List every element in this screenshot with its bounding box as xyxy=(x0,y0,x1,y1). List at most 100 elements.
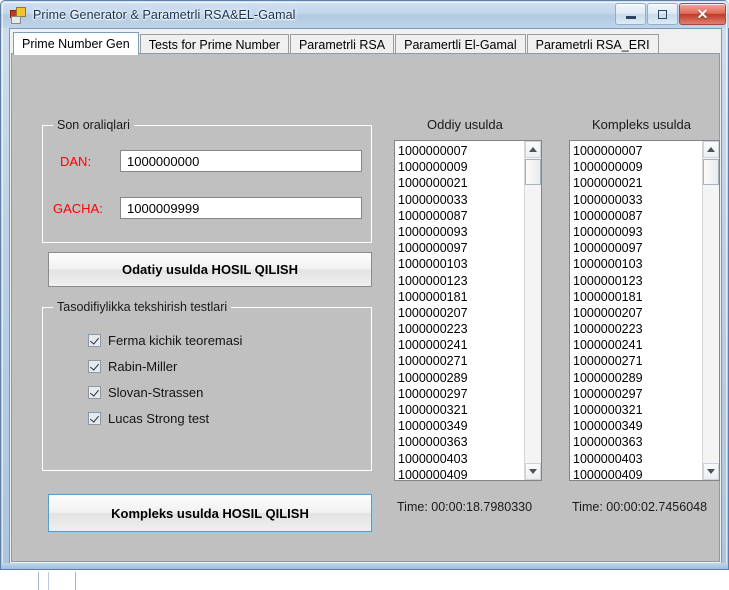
left-results-scrollbar[interactable] xyxy=(524,141,541,480)
list-item[interactable]: 1000000093 xyxy=(398,224,524,240)
list-item[interactable]: 1000000009 xyxy=(573,159,702,175)
list-item[interactable]: 1000000033 xyxy=(398,192,524,208)
list-item[interactable]: 1000000349 xyxy=(398,418,524,434)
application-icon xyxy=(10,7,26,24)
list-item[interactable]: 1000000409 xyxy=(573,467,702,480)
list-item[interactable]: 1000000033 xyxy=(573,192,702,208)
list-item[interactable]: 1000000403 xyxy=(573,451,702,467)
desktop-background-artifact xyxy=(38,572,76,590)
right-elapsed-time-label: Time: 00:00:02.7456048 xyxy=(572,500,708,514)
list-item[interactable]: 1000000321 xyxy=(573,402,702,418)
checkbox-label: Ferma kichik teoremasi xyxy=(108,333,243,348)
list-item[interactable]: 1000000289 xyxy=(573,370,702,386)
checkbox-checked-icon xyxy=(88,386,101,399)
to-label: GACHA: xyxy=(53,201,103,216)
left-results-header: Oddiy usulda xyxy=(427,117,503,132)
list-item[interactable]: 1000000103 xyxy=(398,256,524,272)
window-title: Prime Generator & Parametrli RSA&EL-Gama… xyxy=(33,7,296,22)
list-item[interactable]: 1000000007 xyxy=(398,143,524,159)
list-item[interactable]: 1000000363 xyxy=(398,434,524,450)
checkbox-ferma-kichik-teoremasi[interactable]: Ferma kichik teoremasi xyxy=(88,333,242,348)
to-input[interactable] xyxy=(120,197,362,219)
checkbox-checked-icon xyxy=(88,360,101,373)
tab-page-prime-number-gen: Son oraliqlari DAN: GACHA: Odatiy usulda… xyxy=(11,53,720,562)
desktop-background-artifact-2 xyxy=(48,572,49,590)
tab-parametrli-rsa[interactable]: Parametrli RSA xyxy=(289,34,395,54)
chevron-up-icon xyxy=(529,147,537,152)
list-item[interactable]: 1000000349 xyxy=(573,418,702,434)
checkbox-slovan-strassen[interactable]: Slovan-Strassen xyxy=(88,385,203,400)
checkbox-lucas-strong-test[interactable]: Lucas Strong test xyxy=(88,411,209,426)
list-item[interactable]: 1000000297 xyxy=(573,386,702,402)
maximize-button[interactable] xyxy=(647,3,678,25)
checkbox-checked-icon xyxy=(88,334,101,347)
list-item[interactable]: 1000000087 xyxy=(398,208,524,224)
list-item[interactable]: 1000000223 xyxy=(573,321,702,337)
title-bar[interactable]: Prime Generator & Parametrli RSA&EL-Gama… xyxy=(1,1,729,28)
window-bottom-frame xyxy=(0,563,729,570)
minimize-button[interactable] xyxy=(615,3,646,25)
list-item[interactable]: 1000000009 xyxy=(398,159,524,175)
list-item[interactable]: 1000000097 xyxy=(573,240,702,256)
tab-tests-for-prime-number[interactable]: Tests for Prime Number xyxy=(139,34,289,54)
application-window: Prime Generator & Parametrli RSA&EL-Gama… xyxy=(0,0,729,570)
chevron-down-icon xyxy=(529,469,537,474)
list-item[interactable]: 1000000241 xyxy=(573,337,702,353)
caption-button-group: ✕ xyxy=(615,3,726,25)
tab-prime-number-gen[interactable]: Prime Number Gen xyxy=(13,32,139,55)
range-group-title: Son oraliqlari xyxy=(53,118,134,132)
tab-strip: Prime Number Gen Tests for Prime Number … xyxy=(11,30,660,55)
scroll-down-button[interactable] xyxy=(703,463,719,480)
range-group-box: Son oraliqlari xyxy=(42,118,372,243)
list-item[interactable]: 1000000097 xyxy=(398,240,524,256)
left-results-items: 1000000007 1000000009 1000000021 1000000033… xyxy=(395,141,524,480)
list-item[interactable]: 1000000223 xyxy=(398,321,524,337)
checkbox-checked-icon xyxy=(88,412,101,425)
tab-parametrli-rsa-eri[interactable]: Parametrli RSA_ERI xyxy=(526,34,659,54)
right-results-header: Kompleks usulda xyxy=(592,117,691,132)
list-item[interactable]: 1000000123 xyxy=(573,273,702,289)
list-item[interactable]: 1000000207 xyxy=(573,305,702,321)
list-item[interactable]: 1000000271 xyxy=(573,353,702,369)
list-item[interactable]: 1000000123 xyxy=(398,273,524,289)
list-item[interactable]: 1000000087 xyxy=(573,208,702,224)
list-item[interactable]: 1000000181 xyxy=(398,289,524,305)
close-button[interactable]: ✕ xyxy=(679,3,726,25)
maximize-icon xyxy=(658,9,667,19)
from-input[interactable] xyxy=(120,150,362,172)
scrollbar-thumb[interactable] xyxy=(525,159,541,185)
chevron-up-icon xyxy=(707,147,715,152)
checkbox-rabin-miller[interactable]: Rabin-Miller xyxy=(88,359,177,374)
list-item[interactable]: 1000000289 xyxy=(398,370,524,386)
left-elapsed-time-label: Time: 00:00:18.7980330 xyxy=(397,500,533,514)
tests-group-title: Tasodifiylikka tekshirish testlari xyxy=(53,300,232,314)
tab-paramertli-el-gamal[interactable]: Paramertli El-Gamal xyxy=(395,34,526,54)
scroll-up-button[interactable] xyxy=(525,141,541,158)
simple-generate-button[interactable]: Odatiy usulda HOSIL QILISH xyxy=(48,252,372,287)
scroll-down-button[interactable] xyxy=(525,463,541,480)
list-item[interactable]: 1000000021 xyxy=(573,175,702,191)
list-item[interactable]: 1000000403 xyxy=(398,451,524,467)
client-area: Prime Number Gen Tests for Prime Number … xyxy=(9,28,722,564)
list-item[interactable]: 1000000181 xyxy=(573,289,702,305)
list-item[interactable]: 1000000297 xyxy=(398,386,524,402)
scroll-up-button[interactable] xyxy=(703,141,719,158)
list-item[interactable]: 1000000363 xyxy=(573,434,702,450)
right-results-listbox[interactable]: 1000000007 1000000009 1000000021 1000000033… xyxy=(569,140,720,481)
list-item[interactable]: 1000000103 xyxy=(573,256,702,272)
list-item[interactable]: 1000000007 xyxy=(573,143,702,159)
list-item[interactable]: 1000000021 xyxy=(398,175,524,191)
close-icon: ✕ xyxy=(696,6,709,22)
list-item[interactable]: 1000000409 xyxy=(398,467,524,480)
scrollbar-thumb[interactable] xyxy=(703,159,719,185)
list-item[interactable]: 1000000207 xyxy=(398,305,524,321)
from-label: DAN: xyxy=(60,154,92,169)
right-results-scrollbar[interactable] xyxy=(702,141,719,480)
list-item[interactable]: 1000000321 xyxy=(398,402,524,418)
list-item[interactable]: 1000000093 xyxy=(573,224,702,240)
list-item[interactable]: 1000000241 xyxy=(398,337,524,353)
left-results-listbox[interactable]: 1000000007 1000000009 1000000021 1000000033… xyxy=(394,140,542,481)
checkbox-label: Slovan-Strassen xyxy=(108,385,204,400)
complex-generate-button[interactable]: Kompleks usulda HOSIL QILISH xyxy=(48,494,372,532)
list-item[interactable]: 1000000271 xyxy=(398,353,524,369)
